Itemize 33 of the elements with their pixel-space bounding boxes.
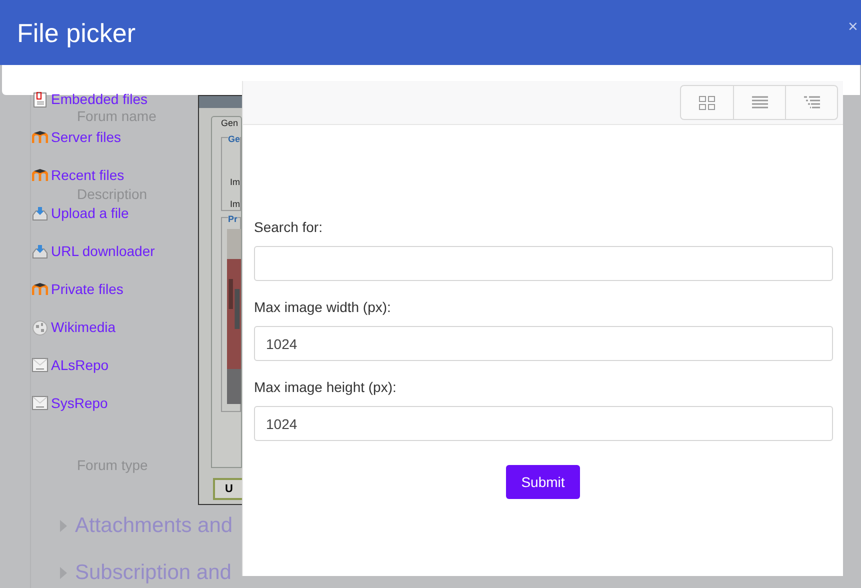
repository-link[interactable]: URL downloader — [32, 242, 155, 260]
repository-link[interactable]: Upload a file — [32, 204, 129, 222]
repository-link[interactable]: Embedded files — [32, 90, 148, 108]
list-icon — [752, 96, 768, 109]
submit-button[interactable]: Submit — [506, 465, 580, 499]
repository-link[interactable]: Private files — [32, 280, 124, 298]
tab-label[interactable]: Gen — [221, 117, 238, 130]
graduation-cap-icon — [32, 282, 48, 296]
upload-button[interactable]: U — [213, 478, 242, 500]
field-label: Im — [230, 176, 240, 189]
tree-list-icon — [804, 96, 820, 109]
input-field[interactable]: 1024 — [254, 326, 833, 361]
field-label: Max image width (px): — [254, 298, 392, 317]
caret-icon — [60, 520, 67, 532]
download-tray-icon — [32, 244, 48, 259]
repository-link[interactable]: Wikimedia — [32, 318, 116, 336]
graduation-cap-icon — [32, 130, 48, 144]
grid-icon — [699, 96, 715, 110]
input-field[interactable]: 1024 — [254, 406, 833, 441]
window-title-bar — [199, 96, 242, 108]
field-label: Search for: — [254, 218, 324, 237]
repository-link[interactable]: ALsRepo — [32, 356, 109, 374]
field-label: Im — [230, 198, 240, 210]
field-label: Max image height (px): — [254, 378, 398, 397]
dialog-title: File picker — [17, 17, 136, 50]
graduation-cap-icon — [32, 168, 48, 182]
close-button[interactable]: × — [848, 18, 858, 35]
caret-icon — [60, 566, 67, 579]
repository-link[interactable]: SysRepo — [32, 394, 108, 412]
input-field[interactable] — [254, 246, 833, 281]
repository-link[interactable]: Server files — [32, 128, 122, 146]
repository-link[interactable]: Recent files — [32, 166, 124, 184]
download-tray-icon — [32, 206, 48, 221]
